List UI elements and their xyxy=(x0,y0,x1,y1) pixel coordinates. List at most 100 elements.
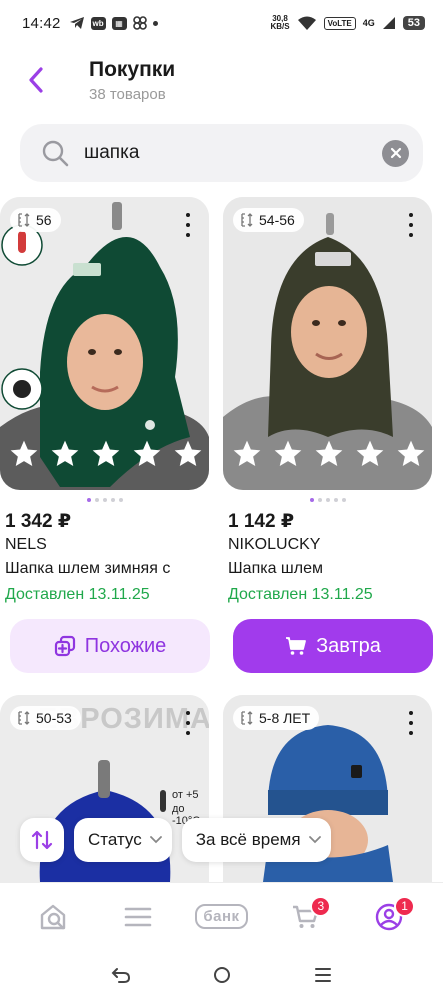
ruler-icon xyxy=(241,711,253,725)
chevron-down-icon xyxy=(308,836,321,844)
profile-notification-badge: 1 xyxy=(394,895,416,917)
product-brand: NELS xyxy=(5,536,47,553)
product-name: Шапка шлем xyxy=(228,560,323,577)
status-filter[interactable]: Статус xyxy=(74,818,172,862)
system-indicators: 30,8 KB/S VoLTE 4G 53 xyxy=(270,15,425,31)
size-badge: 5-8 ЛЕТ xyxy=(233,706,320,730)
search-bar[interactable] xyxy=(20,124,423,182)
network-speed-unit: KB/S xyxy=(270,22,290,31)
tomorrow-label: Завтра xyxy=(316,634,381,657)
page-header: Покупки 38 товаров xyxy=(0,50,443,112)
search-input[interactable] xyxy=(84,142,382,164)
recents-icon xyxy=(314,968,331,982)
temperature-top: от +5 xyxy=(172,789,199,801)
star-icon[interactable] xyxy=(231,438,263,470)
star-icon[interactable] xyxy=(272,438,304,470)
clock: 14:42 xyxy=(22,14,61,32)
size-value: 56 xyxy=(36,212,52,228)
product-brand: NIKOLUCKY xyxy=(228,536,321,553)
period-filter-label: За всё время xyxy=(195,830,301,849)
items-count: 38 товаров xyxy=(89,86,166,103)
wifi-icon xyxy=(297,16,316,30)
bottom-navigation: банк 3 1 xyxy=(0,882,443,950)
product-price: 1 142 ₽ xyxy=(228,511,295,532)
wb-app-icon: wb xyxy=(90,16,106,30)
more-options-button[interactable] xyxy=(181,213,195,237)
pinwheel-icon xyxy=(132,16,147,30)
status-filter-label: Статус xyxy=(88,830,142,849)
similar-icon xyxy=(54,635,75,657)
status-bar: 14:42 wb ▦ 30,8 KB/S VoLTE 4G 53 xyxy=(0,0,443,46)
star-icon[interactable] xyxy=(131,438,163,470)
similar-button[interactable]: Похожие xyxy=(10,619,210,673)
more-notifications-dot xyxy=(152,20,158,26)
system-back-button[interactable] xyxy=(109,963,133,987)
rating-stars[interactable] xyxy=(231,438,427,470)
more-options-button[interactable] xyxy=(404,711,418,735)
ruler-icon xyxy=(18,711,30,725)
star-icon[interactable] xyxy=(49,438,81,470)
home-search-icon xyxy=(40,904,66,929)
network-speed: 30,8 KB/S xyxy=(270,15,289,31)
nav-profile[interactable]: 1 xyxy=(359,892,419,942)
more-options-button[interactable] xyxy=(404,213,418,237)
size-value: 5-8 ЛЕТ xyxy=(259,710,311,726)
more-options-button[interactable] xyxy=(181,711,195,735)
nav-cart[interactable]: 3 xyxy=(275,892,335,942)
notification-icons: wb ▦ xyxy=(69,16,158,30)
battery-indicator: 53 xyxy=(402,16,425,30)
chevron-left-icon xyxy=(29,67,43,93)
star-icon[interactable] xyxy=(172,438,204,470)
nav-home[interactable] xyxy=(24,892,84,942)
signal-type: 4G xyxy=(362,18,375,28)
telegram-icon xyxy=(69,17,84,29)
product-price: 1 342 ₽ xyxy=(5,511,72,532)
system-recents-button[interactable] xyxy=(311,963,335,987)
size-badge: 54-56 xyxy=(233,208,304,232)
product-name: Шапка шлем зимняя с xyxy=(5,560,171,577)
delivery-status: Доставлен 13.11.25 xyxy=(228,586,373,603)
home-circle-icon xyxy=(213,967,230,983)
product-card[interactable]: 56 1 342 ₽ NELS Шапка шлем зимняя с Дост… xyxy=(0,197,209,603)
deliver-tomorrow-button[interactable]: Завтра xyxy=(233,619,433,673)
filter-bar: Статус За всё время xyxy=(20,818,331,862)
period-filter[interactable]: За всё время xyxy=(181,818,331,862)
product-image[interactable]: 56 xyxy=(0,197,209,490)
cart-count-badge: 3 xyxy=(310,895,332,917)
star-icon[interactable] xyxy=(395,438,427,470)
star-icon[interactable] xyxy=(354,438,386,470)
star-icon[interactable] xyxy=(313,438,345,470)
nav-bank[interactable]: банк xyxy=(191,892,251,942)
app-notification-icon: ▦ xyxy=(111,16,127,30)
image-pager xyxy=(223,498,432,502)
ruler-icon xyxy=(18,213,30,227)
star-icon[interactable] xyxy=(8,438,40,470)
chevron-down-icon xyxy=(149,836,162,844)
back-button[interactable] xyxy=(18,62,54,98)
size-value: 50-53 xyxy=(36,710,72,726)
product-card[interactable]: 54-56 1 142 ₽ NIKOLUCKY Шапка шлем Доста… xyxy=(223,197,432,603)
size-badge: 56 xyxy=(10,208,61,232)
nav-catalog[interactable] xyxy=(108,892,168,942)
volte-indicator: VoLTE xyxy=(323,16,356,30)
sort-button[interactable] xyxy=(20,818,64,862)
similar-label: Похожие xyxy=(84,634,167,657)
ruler-icon xyxy=(241,213,253,227)
system-navigation xyxy=(0,950,443,1000)
cart-icon xyxy=(286,637,306,655)
page-title: Покупки xyxy=(89,58,176,81)
close-icon xyxy=(390,147,401,159)
signal-icon xyxy=(382,17,395,29)
rating-stars[interactable] xyxy=(8,438,204,470)
system-home-button[interactable] xyxy=(210,963,234,987)
image-pager xyxy=(0,498,209,502)
size-badge: 50-53 xyxy=(10,706,81,730)
product-image[interactable]: 54-56 xyxy=(223,197,432,490)
star-icon[interactable] xyxy=(90,438,122,470)
clear-search-button[interactable] xyxy=(382,139,409,167)
menu-icon xyxy=(124,907,151,926)
bank-label: банк xyxy=(195,904,248,929)
size-value: 54-56 xyxy=(259,212,295,228)
delivery-status: Доставлен 13.11.25 xyxy=(5,586,150,603)
back-arrow-icon xyxy=(111,968,130,983)
